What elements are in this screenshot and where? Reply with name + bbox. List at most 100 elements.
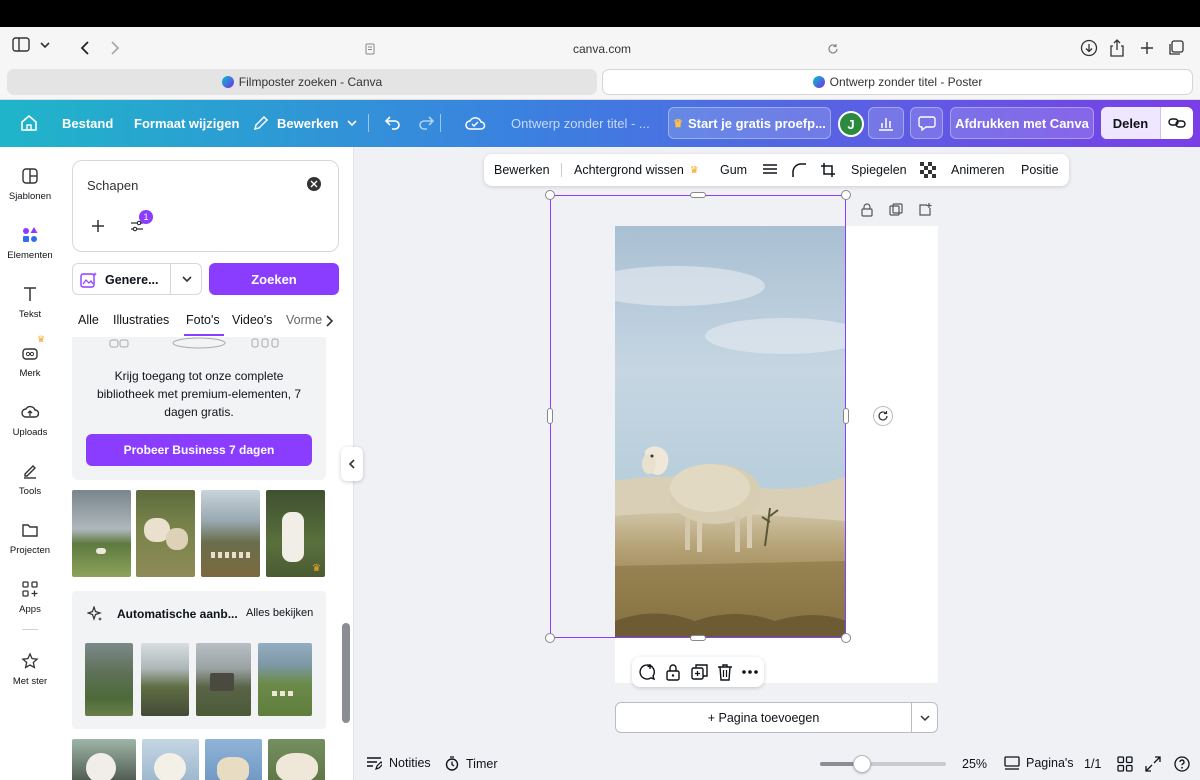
downloads-button[interactable]	[1077, 36, 1101, 60]
menu-file[interactable]: Bestand	[62, 107, 113, 139]
insights-button[interactable]	[868, 107, 904, 139]
photo-thumbnail[interactable]	[85, 643, 133, 716]
timer-button[interactable]: Timer	[445, 756, 497, 771]
corner-rounding-button[interactable]	[791, 162, 807, 178]
sidebar-item-starred[interactable]: Met ster	[0, 650, 60, 687]
duplicate-button[interactable]	[691, 663, 709, 681]
photo-thumbnail[interactable]	[258, 643, 312, 716]
add-filter-button[interactable]	[91, 219, 105, 233]
resize-handle-bottom[interactable]	[690, 635, 706, 641]
see-all-link[interactable]: Alles bekijken	[246, 607, 313, 619]
edit-image-button[interactable]: Bewerken	[494, 163, 550, 177]
sidebar-item-templates[interactable]: Sjablonen	[0, 165, 60, 202]
avatar[interactable]: J	[838, 111, 864, 137]
collapse-panel-button[interactable]	[341, 447, 363, 481]
duplicate-page-button[interactable]	[889, 203, 903, 217]
photo-thumbnail[interactable]	[196, 643, 251, 716]
share-button[interactable]	[1105, 36, 1129, 60]
tab-shapes[interactable]: Vorme	[286, 313, 322, 327]
filter-button[interactable]: 1	[130, 210, 153, 233]
home-button[interactable]	[13, 107, 45, 139]
browser-tab-2[interactable]: Ontwerp zonder titel - Poster	[602, 69, 1193, 95]
border-style-button[interactable]	[762, 164, 778, 176]
transparency-button[interactable]	[920, 162, 936, 178]
document-title[interactable]: Ontwerp zonder titel - ...	[511, 107, 650, 139]
photo-thumbnail[interactable]	[72, 490, 131, 577]
tab-photos[interactable]: Foto's	[186, 313, 220, 327]
eraser-button[interactable]: Gum	[720, 163, 747, 177]
tab-all[interactable]: Alle	[78, 313, 99, 327]
position-button[interactable]: Positie	[1021, 163, 1059, 177]
photo-thumbnail[interactable]	[136, 490, 195, 577]
search-input[interactable]: Schapen	[87, 178, 138, 193]
lock-page-button[interactable]	[860, 203, 874, 217]
help-button[interactable]	[1174, 756, 1190, 772]
tab-videos[interactable]: Video's	[232, 313, 272, 327]
resize-handle-bottom-left[interactable]	[545, 633, 555, 643]
add-page-dropdown-button[interactable]	[911, 702, 938, 733]
tab-overview-button[interactable]	[1164, 36, 1188, 60]
new-tab-button[interactable]	[1135, 36, 1159, 60]
comment-button[interactable]	[638, 663, 656, 681]
share-button[interactable]: Delen	[1101, 107, 1160, 139]
resize-handle-right[interactable]	[843, 408, 849, 424]
remove-background-button[interactable]: Achtergrond wissen ♛	[574, 163, 699, 177]
forward-button[interactable]	[103, 36, 127, 60]
photo-thumbnail[interactable]	[142, 739, 199, 780]
photo-thumbnail[interactable]	[201, 490, 260, 577]
sidebar-item-apps[interactable]: Apps	[0, 578, 60, 615]
photo-thumbnail[interactable]	[205, 739, 262, 780]
menu-resize[interactable]: Formaat wijzigen	[134, 107, 239, 139]
copy-link-button[interactable]	[1160, 107, 1193, 139]
comments-button[interactable]	[910, 107, 943, 139]
free-trial-button[interactable]: ♛ Start je gratis proefp...	[668, 107, 831, 139]
animate-button[interactable]: Animeren	[951, 163, 1005, 177]
url-bar[interactable]: canva.com	[357, 36, 847, 62]
tab-illustrations[interactable]: Illustraties	[113, 313, 169, 327]
sidebar-item-tools[interactable]: Tools	[0, 460, 60, 497]
browser-tab-1[interactable]: Filmposter zoeken - Canva	[7, 69, 597, 95]
redo-button[interactable]	[417, 113, 437, 133]
cloud-save-button[interactable]	[464, 113, 486, 133]
rotate-handle[interactable]	[873, 406, 893, 426]
resize-handle-left[interactable]	[547, 408, 553, 424]
print-with-canva-button[interactable]: Afdrukken met Canva	[950, 107, 1094, 139]
add-page-mini-button[interactable]	[918, 203, 932, 217]
zoom-level[interactable]: 25%	[962, 757, 987, 771]
photo-thumbnail[interactable]	[72, 739, 136, 780]
more-options-button[interactable]	[742, 670, 758, 674]
crop-button[interactable]	[820, 162, 836, 178]
pages-button[interactable]: Pagina's	[1004, 756, 1074, 770]
resize-handle-top[interactable]	[690, 192, 706, 198]
resize-handle-bottom-right[interactable]	[841, 633, 851, 643]
sidebar-item-uploads[interactable]: Uploads	[0, 401, 60, 438]
generate-dropdown-button[interactable]	[170, 263, 202, 295]
add-page-button[interactable]: + Pagina toevoegen	[615, 702, 912, 733]
resize-handle-top-right[interactable]	[841, 190, 851, 200]
sidebar-item-brand[interactable]: ♛ Merk	[0, 334, 60, 379]
fullscreen-button[interactable]	[1145, 756, 1161, 772]
sidebar-item-text[interactable]: Tekst	[0, 283, 60, 320]
sidebar-toggle-button[interactable]	[12, 37, 52, 53]
notes-button[interactable]: Notities	[366, 756, 431, 770]
undo-button[interactable]	[382, 113, 402, 133]
delete-button[interactable]	[717, 663, 733, 681]
menu-edit[interactable]: Bewerken	[253, 107, 358, 139]
zoom-slider-knob[interactable]	[852, 755, 871, 773]
photo-thumbnail[interactable]	[141, 643, 189, 716]
grid-view-button[interactable]	[1117, 756, 1133, 772]
zoom-slider-track[interactable]	[820, 762, 946, 766]
flip-button[interactable]: Spiegelen	[851, 163, 907, 177]
search-button[interactable]: Zoeken	[209, 263, 339, 295]
photo-thumbnail[interactable]	[268, 739, 325, 780]
back-button[interactable]	[73, 36, 97, 60]
sidebar-item-elements[interactable]: Elementen	[0, 224, 60, 261]
photo-thumbnail[interactable]: ♛	[266, 490, 325, 577]
resize-handle-top-left[interactable]	[545, 190, 555, 200]
sidebar-item-projects[interactable]: Projecten	[0, 519, 60, 556]
tabs-scroll-right-button[interactable]	[324, 314, 334, 328]
try-business-button[interactable]: Probeer Business 7 dagen	[86, 434, 312, 466]
panel-scrollbar[interactable]	[342, 623, 350, 723]
clear-search-button[interactable]	[307, 177, 321, 191]
lock-button[interactable]	[665, 663, 681, 681]
